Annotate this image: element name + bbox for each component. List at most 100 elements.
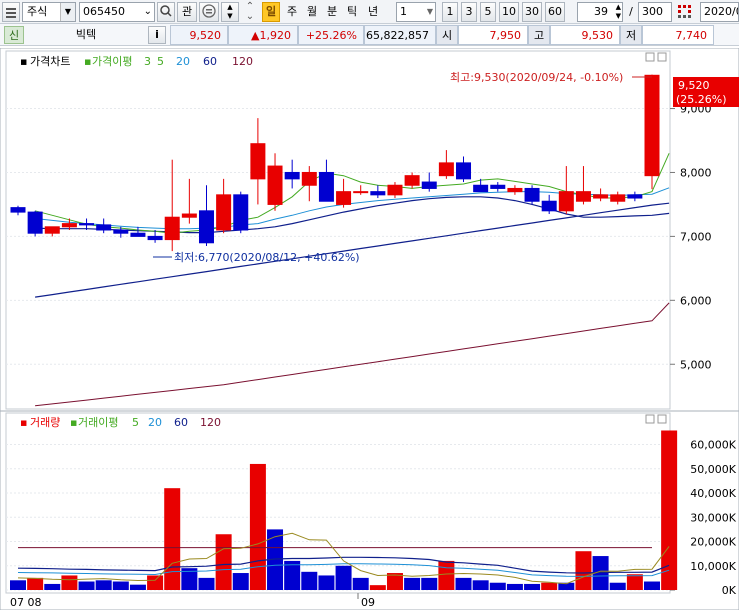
grid-settings-icon[interactable] [675, 2, 695, 22]
price-legend-marker: ▪ [20, 55, 27, 68]
period-10-button[interactable]: 10 [499, 2, 519, 22]
link-button[interactable] [199, 2, 219, 22]
period-60-button[interactable]: 60 [545, 2, 565, 22]
candle-body [250, 143, 266, 180]
panel-close-icon[interactable] [657, 414, 667, 424]
candle-body [198, 210, 214, 244]
period-buttons: 1 3 5 10 30 60 [442, 2, 566, 22]
volume-bar [524, 583, 541, 590]
panel-minimize-icon[interactable] [645, 414, 655, 424]
volume-bar [369, 585, 386, 590]
scroll-stepper[interactable]: ▲ ▼ [221, 2, 239, 22]
stock-name: 빅텍 [75, 28, 97, 41]
period-month[interactable]: 월 [303, 2, 321, 22]
stock-chart[interactable]: 9,0008,0007,0006,0005,000 ▪ 가격차트 ▪ 가격이평 … [0, 48, 739, 610]
period-week[interactable]: 주 [283, 2, 301, 22]
stock-code-input[interactable]: 065450 ⌄ [79, 2, 155, 22]
volume-bar [352, 577, 369, 590]
price-y-tick-label: 5,000 [680, 358, 712, 371]
scroll-arrows[interactable]: ⌃ ⌄ [241, 2, 259, 22]
current-price: 9,520 [170, 25, 228, 45]
count-stepper[interactable]: 39 ▲ ▼ [577, 2, 623, 22]
current-price-tag-value: 9,520 [678, 79, 710, 92]
candle-body [181, 213, 197, 218]
volume-ma20-label: 20 [148, 416, 162, 429]
caret-down-icon[interactable]: ⌄ [241, 12, 259, 22]
chevron-down-icon[interactable]: ⌄ [144, 3, 152, 21]
search-button[interactable] [157, 2, 175, 22]
volume-ma5-label: 5 [132, 416, 139, 429]
candle-body [507, 187, 523, 193]
volume-bar [335, 565, 352, 590]
date-field[interactable]: 2020/0 [700, 2, 739, 22]
candle-body [318, 171, 334, 202]
price-legend-title: 가격차트 [30, 55, 70, 68]
total-count-field[interactable]: 300 [638, 2, 672, 22]
period-tick[interactable]: 틱 [343, 2, 361, 22]
stepper-arrows-icon[interactable]: ▲ ▼ [616, 3, 621, 21]
volume-bar [164, 488, 181, 590]
period-minute[interactable]: 분 [323, 2, 341, 22]
candle-body [301, 171, 317, 186]
market-select[interactable]: 주식 ▼ [22, 2, 76, 22]
candle-body [575, 191, 591, 202]
price-ma5-label: 5 [157, 55, 164, 68]
period-1-button[interactable]: 1 [442, 2, 458, 22]
chevron-down-icon: ▼ [426, 7, 433, 16]
volume-ma60-label: 60 [174, 416, 188, 429]
arrow-down-icon[interactable]: ▼ [222, 12, 238, 21]
high-price: 9,530 [550, 25, 620, 45]
candle-body [456, 162, 472, 180]
arrow-up-icon[interactable]: ▲ [222, 3, 238, 12]
open-label: 시 [436, 25, 458, 45]
period-year[interactable]: 년 [364, 2, 382, 22]
volume-bar [198, 577, 215, 590]
volume-ma120-label: 120 [200, 416, 221, 429]
period-5-button[interactable]: 5 [480, 2, 496, 22]
volume-bar [27, 577, 44, 590]
candle-body [216, 194, 232, 231]
volume-bar [95, 580, 112, 590]
daily-toggle[interactable]: 일 [262, 2, 280, 22]
stock-info-button[interactable]: i [148, 26, 166, 44]
volume-bar [541, 582, 558, 590]
volume-y-tick-label: 40,000K [690, 487, 736, 500]
volume-bar [661, 430, 678, 590]
volume-bar [318, 575, 335, 590]
watchlist-button[interactable]: 관 [177, 2, 197, 22]
period-unit-select[interactable]: 1 ▼ [396, 2, 436, 22]
candle-body [147, 235, 163, 241]
period-3-button[interactable]: 3 [461, 2, 477, 22]
price-y-tick-label: 7,000 [680, 230, 712, 243]
candle-body [370, 191, 386, 196]
count-separator: / [629, 5, 633, 18]
panel-close-icon[interactable] [657, 52, 667, 62]
panel-minimize-icon[interactable] [645, 52, 655, 62]
price-ma20-label: 20 [176, 55, 190, 68]
volume-bar [575, 551, 592, 590]
volume-bar [421, 577, 438, 590]
price-ma3-label: 3 [144, 55, 151, 68]
menu-list-icon[interactable] [2, 2, 20, 22]
volume-bar [10, 580, 26, 590]
search-icon [160, 5, 172, 17]
price-ma60-label: 60 [203, 55, 217, 68]
volume-bar [472, 580, 489, 590]
chevron-down-icon: ▼ [60, 3, 75, 21]
candle-body [404, 175, 420, 186]
candle-body [284, 171, 300, 180]
candle-body [421, 181, 437, 189]
candle-body [438, 162, 454, 177]
volume-ma-title: 거래이평 [78, 416, 118, 429]
period-30-button[interactable]: 30 [522, 2, 542, 22]
credit-badge: 신 [4, 26, 24, 44]
volume-y-tick-label: 50,000K [690, 463, 736, 476]
price-y-tick-label: 8,000 [680, 166, 712, 179]
volume-bar [232, 573, 249, 590]
candle-body [96, 224, 112, 231]
candle-body [10, 207, 26, 213]
low-label: 저 [620, 25, 642, 45]
volume-bar [506, 583, 523, 590]
volume-bar [626, 574, 643, 590]
volume-bar [61, 575, 78, 590]
